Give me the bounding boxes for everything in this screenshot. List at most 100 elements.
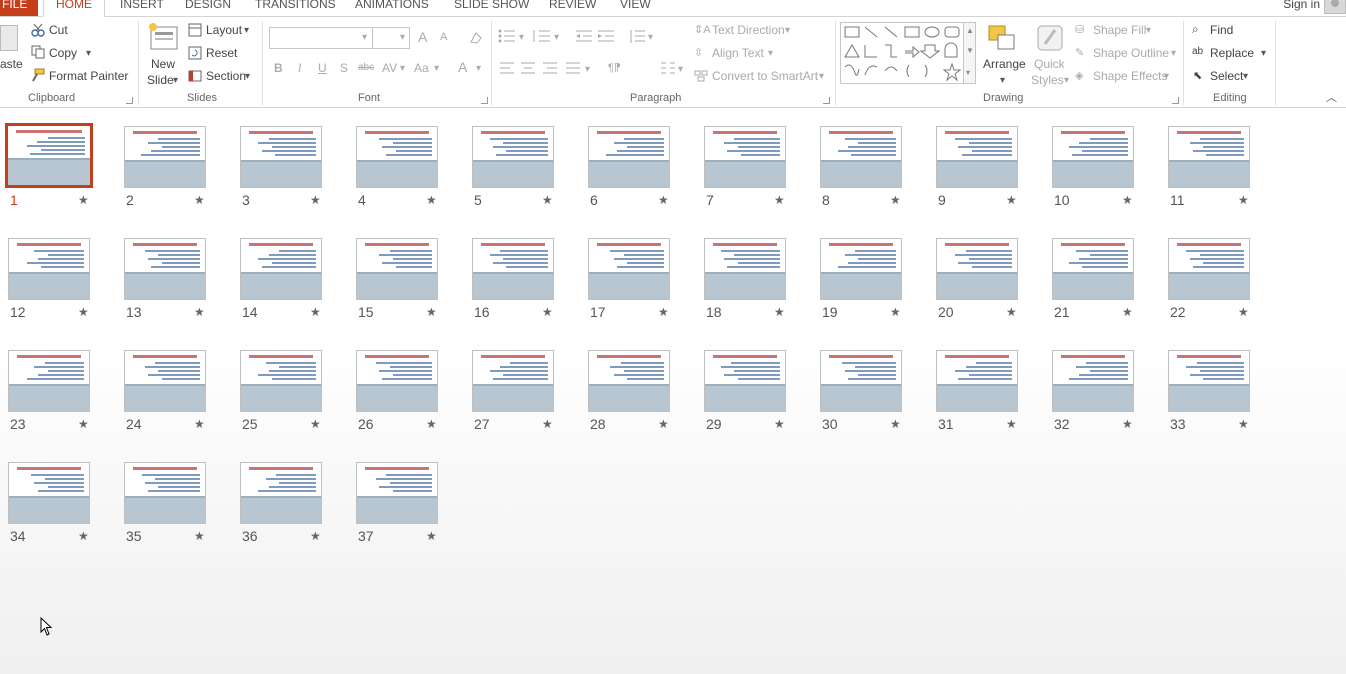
font-launcher-icon[interactable] [481,97,488,104]
slide-thumbnail-item[interactable]: 33 ★ [1160,333,1276,445]
scroll-down-icon[interactable]: ▼ [966,45,974,57]
slide-thumbnail[interactable] [240,126,322,188]
slide-thumbnail[interactable] [820,126,902,188]
align-left-icon[interactable] [499,61,515,75]
tab-transitions[interactable]: TRANSITIONS [255,0,336,16]
font-color-dropdown-icon[interactable]: ▾ [476,63,481,75]
slide-thumbnail[interactable] [1052,350,1134,412]
arrange-button[interactable]: Arrange [983,57,1026,71]
animation-star-icon[interactable]: ★ [890,417,901,431]
animation-star-icon[interactable]: ★ [1238,305,1249,319]
slide-thumbnail[interactable] [124,350,206,412]
shapes-gallery-scrollbar[interactable]: ▲ ▼ ▾ [964,22,976,84]
animation-star-icon[interactable]: ★ [1238,193,1249,207]
slide-thumbnail[interactable] [240,238,322,300]
animation-star-icon[interactable]: ★ [310,529,321,543]
font-color-button[interactable]: A [458,59,467,75]
character-spacing-button[interactable]: AV [382,61,397,75]
slide-thumbnail[interactable] [588,126,670,188]
find-button[interactable]: Find [1210,23,1233,37]
animation-star-icon[interactable]: ★ [426,305,437,319]
tab-insert[interactable]: INSERT [120,0,164,16]
replace-button[interactable]: Replace [1210,46,1254,60]
font-size-dropdown-icon[interactable]: ▾ [400,32,405,44]
align-text-dropdown-icon[interactable]: ▾ [768,48,773,60]
columns-icon[interactable] [660,61,676,75]
slide-thumbnail-item[interactable]: 3 ★ [232,109,348,221]
quick-styles-label-1[interactable]: Quick [1034,57,1065,71]
ltr-direction-icon[interactable]: ¶⁋ [608,61,621,74]
tab-view[interactable]: VIEW [620,0,651,16]
slide-thumbnail-item[interactable]: 7 ★ [696,109,812,221]
slide-thumbnail[interactable] [1168,238,1250,300]
user-avatar-icon[interactable] [1324,0,1346,14]
copy-dropdown-icon[interactable]: ▾ [86,48,91,60]
slide-thumbnail[interactable] [124,126,206,188]
animation-star-icon[interactable]: ★ [774,305,785,319]
numbering-dropdown-icon[interactable]: ▾ [554,32,559,44]
slide-thumbnail-item[interactable]: 2 ★ [116,109,232,221]
slide-thumbnail[interactable] [8,462,90,524]
slide-thumbnail-item[interactable]: 29 ★ [696,333,812,445]
select-button[interactable]: Select [1210,69,1243,83]
animation-star-icon[interactable]: ★ [1122,193,1133,207]
slide-thumbnail-item[interactable]: 4 ★ [348,109,464,221]
slide-thumbnail[interactable] [820,350,902,412]
animation-star-icon[interactable]: ★ [890,193,901,207]
tab-file[interactable]: FILE [0,0,38,16]
collapse-ribbon-icon[interactable]: ︿ [1326,92,1337,104]
shapes-gallery[interactable] [840,22,964,84]
slide-thumbnail-item[interactable]: 20 ★ [928,221,1044,333]
line-spacing-dropdown-icon[interactable]: ▾ [648,32,653,44]
section-dropdown-icon[interactable]: ▾ [245,71,250,83]
shape-outline-button[interactable]: Shape Outline [1093,46,1169,60]
align-right-icon[interactable] [542,61,558,75]
animation-star-icon[interactable]: ★ [1006,193,1017,207]
slide-thumbnail-item[interactable]: 17 ★ [580,221,696,333]
paste-button[interactable]: aste [0,57,23,71]
animation-star-icon[interactable]: ★ [310,305,321,319]
slide-thumbnail[interactable] [936,126,1018,188]
increase-indent-icon[interactable] [597,29,615,43]
decrease-indent-icon[interactable] [575,29,593,43]
shape-fill-dropdown-icon[interactable]: ▾ [1146,25,1151,37]
bullets-dropdown-icon[interactable]: ▾ [519,32,524,44]
animation-star-icon[interactable]: ★ [774,417,785,431]
paragraph-launcher-icon[interactable] [823,97,830,104]
slide-thumbnail[interactable] [356,238,438,300]
animation-star-icon[interactable]: ★ [78,417,89,431]
slide-thumbnail[interactable] [588,238,670,300]
slide-thumbnail[interactable] [240,462,322,524]
slide-thumbnail-item[interactable]: 8 ★ [812,109,928,221]
slide-thumbnail-item[interactable]: 6 ★ [580,109,696,221]
slide-thumbnail[interactable] [356,462,438,524]
clipboard-launcher-icon[interactable] [126,97,133,104]
underline-button[interactable]: U [318,61,327,75]
slide-thumbnail[interactable] [1168,350,1250,412]
animation-star-icon[interactable]: ★ [1122,417,1133,431]
animation-star-icon[interactable]: ★ [1238,417,1249,431]
slide-thumbnail[interactable] [704,238,786,300]
justify-dropdown-icon[interactable]: ▾ [585,64,590,76]
select-dropdown-icon[interactable]: ▾ [1243,71,1248,83]
animation-star-icon[interactable]: ★ [78,529,89,543]
shape-effects-button[interactable]: Shape Effects [1093,69,1168,83]
slide-thumbnail[interactable] [356,126,438,188]
slide-thumbnail-item[interactable]: 14 ★ [232,221,348,333]
slide-thumbnail[interactable] [704,350,786,412]
convert-smartart-dropdown-icon[interactable]: ▾ [819,71,824,83]
shape-fill-button[interactable]: Shape Fill [1093,23,1146,37]
copy-button[interactable]: Copy [49,46,77,60]
columns-dropdown-icon[interactable]: ▾ [678,64,683,76]
slide-thumbnail-item[interactable]: 10 ★ [1044,109,1160,221]
text-direction-dropdown-icon[interactable]: ▾ [785,25,790,37]
slide-thumbnail-item[interactable]: 37 ★ [348,445,464,557]
animation-star-icon[interactable]: ★ [194,417,205,431]
slide-thumbnail[interactable] [240,350,322,412]
animation-star-icon[interactable]: ★ [78,305,89,319]
animation-star-icon[interactable]: ★ [194,529,205,543]
slide-thumbnail[interactable] [936,238,1018,300]
gallery-more-icon[interactable]: ▾ [966,67,970,79]
drawing-launcher-icon[interactable] [1172,97,1179,104]
reset-button[interactable]: Reset [206,46,237,60]
